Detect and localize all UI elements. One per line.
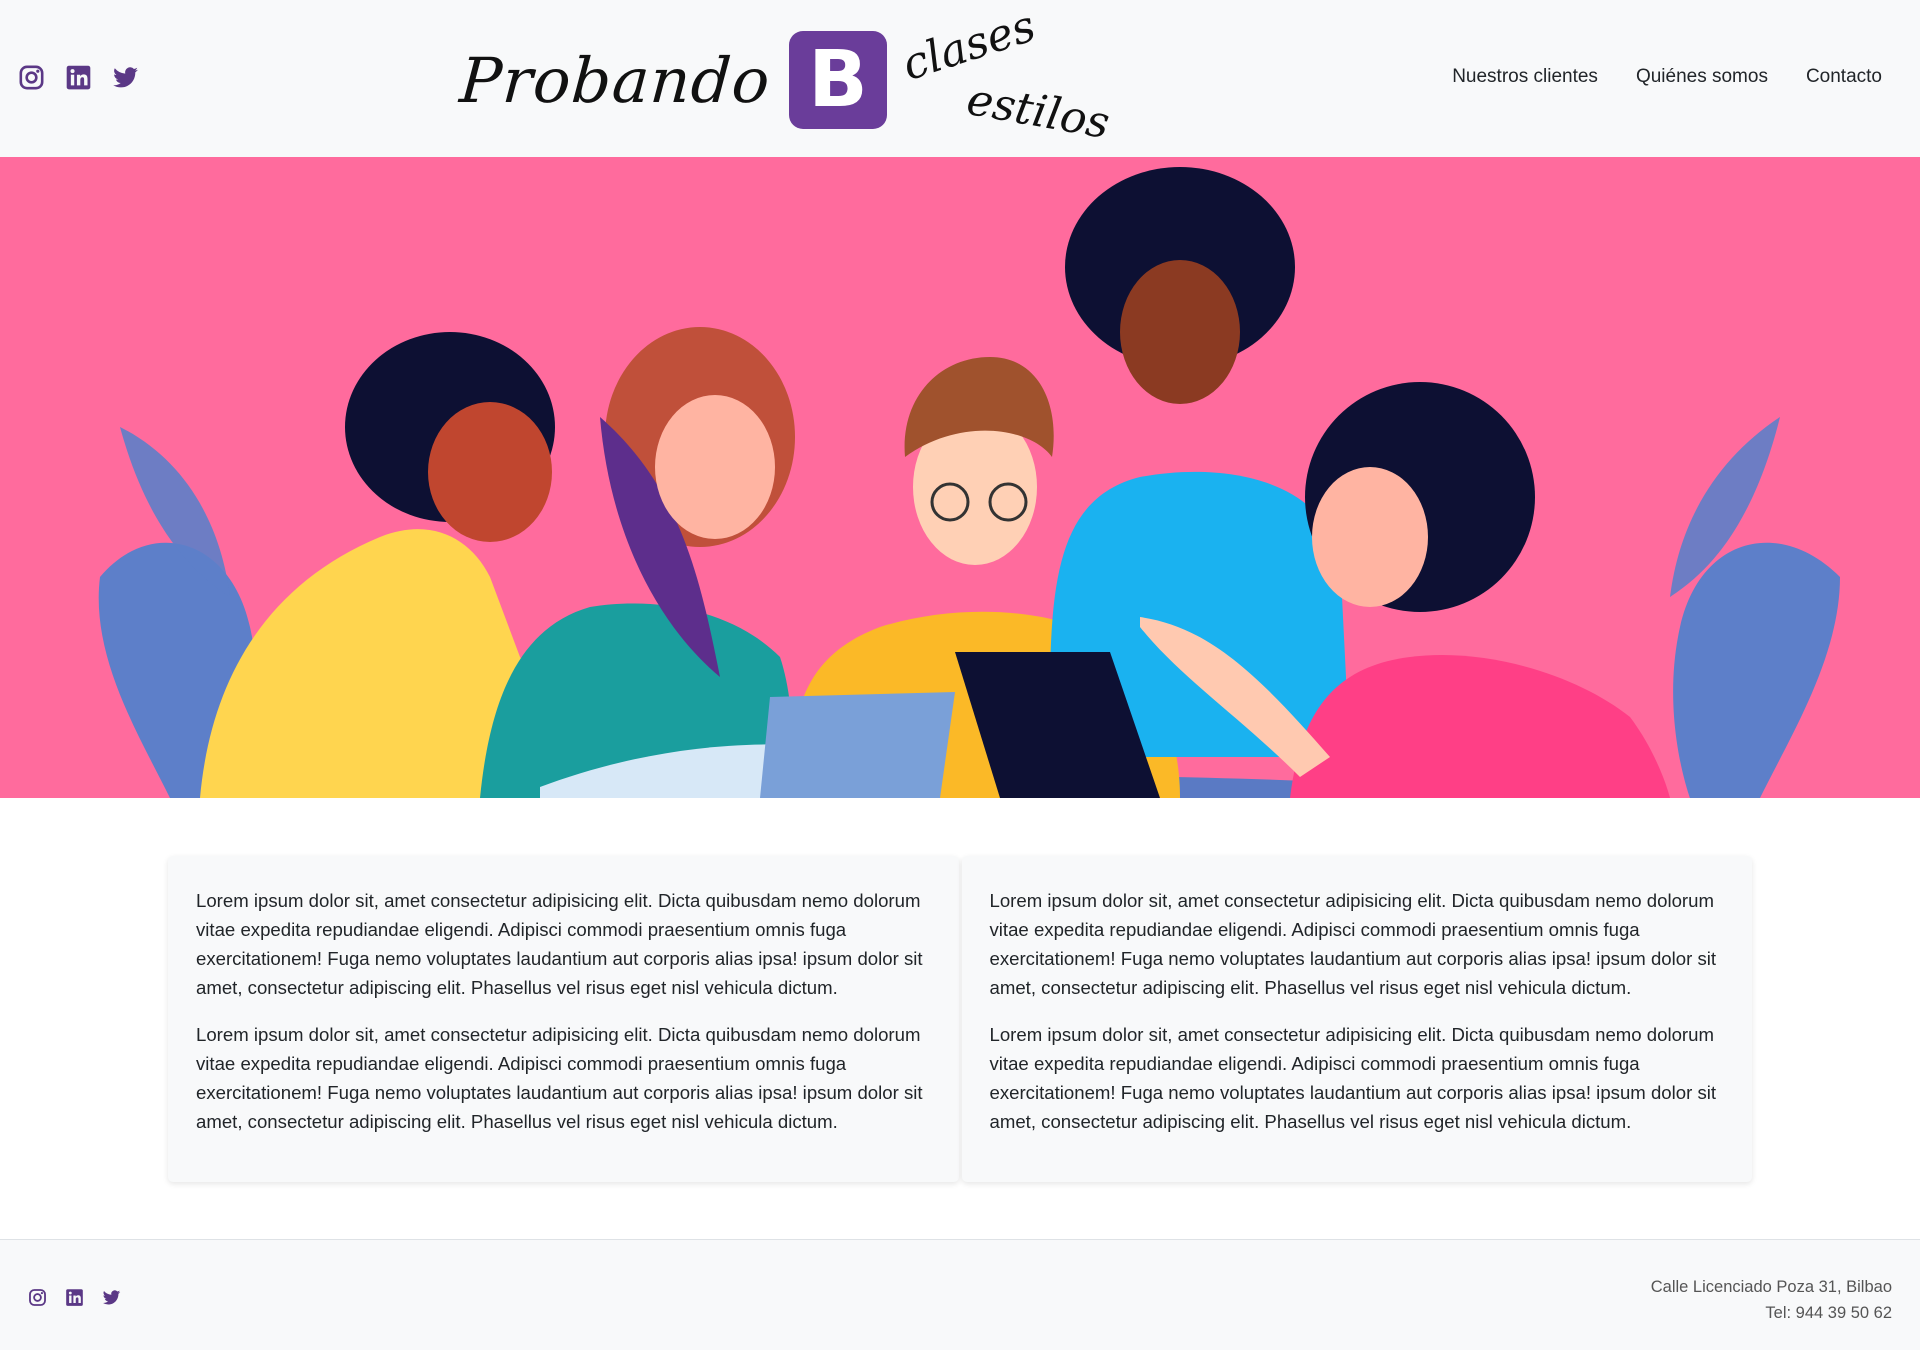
card-paragraph: Lorem ipsum dolor sit, amet consectetur … bbox=[196, 890, 923, 998]
site-header: Probando B clases estilos Nuestros clien… bbox=[0, 0, 1920, 157]
logo-subtitle-2: estilos bbox=[963, 74, 1114, 150]
instagram-icon[interactable] bbox=[28, 1288, 47, 1307]
hero-banner bbox=[0, 157, 1920, 798]
card-paragraph: Lorem ipsum dolor sit, amet consectetur … bbox=[989, 1024, 1717, 1132]
main-nav: Nuestros clientes Quiénes somos Contacto bbox=[1452, 66, 1882, 88]
footer-phone: Tel: 944 39 50 62 bbox=[1765, 1304, 1892, 1322]
site-footer: Calle Licenciado Poza 31, Bilbao Tel: 94… bbox=[0, 1239, 1920, 1350]
footer-social-links bbox=[28, 1288, 121, 1307]
linkedin-icon[interactable] bbox=[65, 1288, 84, 1307]
header-social-links bbox=[18, 64, 139, 91]
footer-address: Calle Licenciado Poza 31, Bilbao bbox=[1650, 1278, 1892, 1296]
instagram-icon[interactable] bbox=[18, 64, 45, 91]
card-paragraph: Lorem ipsum dolor sit, amet consectetur … bbox=[989, 890, 1717, 998]
linkedin-icon[interactable] bbox=[65, 64, 92, 91]
footer-contact-info: Calle Licenciado Poza 31, Bilbao Tel: 94… bbox=[1651, 1274, 1892, 1326]
content-cards: Lorem ipsum dolor sit, amet consectetur … bbox=[168, 856, 1752, 1182]
hero-illustration bbox=[0, 157, 1920, 798]
nav-link-quienes-somos[interactable]: Quiénes somos bbox=[1636, 66, 1768, 88]
twitter-icon[interactable] bbox=[102, 1288, 121, 1307]
bootstrap-logo-icon: B bbox=[789, 31, 887, 129]
nav-link-clientes[interactable]: Nuestros clientes bbox=[1452, 66, 1598, 88]
logo-word: Probando bbox=[457, 44, 773, 117]
card-paragraph: Lorem ipsum dolor sit, amet consectetur … bbox=[196, 1024, 923, 1132]
brand-logo[interactable]: Probando B clases estilos bbox=[457, 0, 1113, 149]
content-card-right: Lorem ipsum dolor sit, amet consectetur … bbox=[961, 856, 1752, 1182]
nav-link-contacto[interactable]: Contacto bbox=[1806, 66, 1882, 88]
logo-subtitle-1: clases bbox=[896, 0, 1042, 91]
content-card-left: Lorem ipsum dolor sit, amet consectetur … bbox=[168, 856, 959, 1182]
twitter-icon[interactable] bbox=[112, 64, 139, 91]
